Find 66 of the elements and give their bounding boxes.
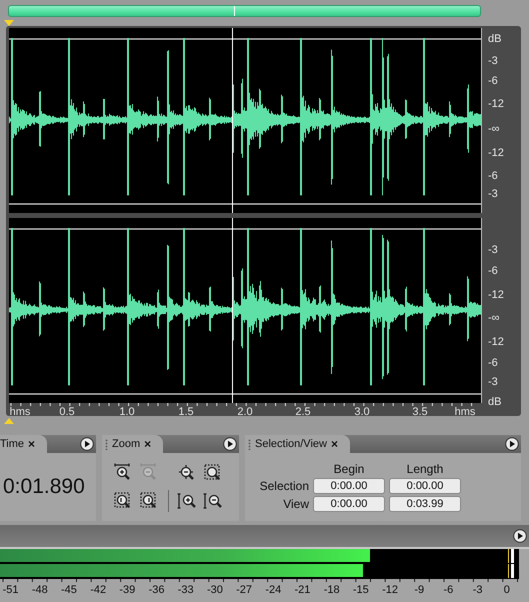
row-label: Selection [258, 479, 309, 493]
column-header: Length [406, 462, 444, 476]
panel-tab[interactable]: Time × [0, 435, 48, 453]
db-scale-label: -3 [488, 244, 498, 256]
close-button[interactable]: × [144, 437, 152, 451]
time-ruler-label: 3.0 [354, 406, 370, 418]
waveform-drawing[interactable] [9, 218, 481, 403]
db-scale-label: dB [488, 396, 502, 408]
meter-scale-label: -45 [60, 584, 78, 596]
meter-scale-label: -36 [148, 584, 166, 596]
panel-tab[interactable]: Selection/View × [245, 435, 350, 453]
meter-scale-label: -33 [176, 584, 195, 596]
db-scale-label: -6 [488, 265, 498, 277]
time-ruler-label: 0.5 [59, 406, 75, 418]
meter-scale-label: -48 [30, 584, 49, 596]
db-scale-label: -12 [488, 336, 504, 348]
meter-scale-label: -51 [2, 584, 20, 596]
time-ruler-label: hms [10, 406, 30, 418]
column-header: Begin [332, 462, 366, 476]
begin-field[interactable]: 0:00.00 [313, 496, 385, 512]
row-label: View [282, 497, 309, 511]
meter-scale-label: -21 [294, 584, 312, 596]
end-marker-icon[interactable] [4, 418, 14, 424]
db-scale-label: -6 [488, 170, 498, 182]
meter-scale-label: -15 [352, 584, 370, 596]
panel-menu-icon[interactable] [513, 529, 527, 543]
time-ruler-label: hms [454, 406, 476, 418]
panel-menu-icon[interactable] [80, 437, 94, 451]
close-button[interactable]: × [330, 437, 338, 451]
meter-scale-label: -42 [89, 584, 108, 596]
db-scale-label: -3 [488, 376, 498, 388]
db-scale-label: -6 [488, 357, 498, 369]
meter-scale-label: -12 [381, 584, 399, 596]
db-scale-label: -3 [488, 188, 498, 200]
close-button[interactable]: × [28, 437, 36, 451]
meter-scale-label: -30 [206, 584, 224, 596]
meter-scale-label: -39 [118, 584, 136, 596]
time-ruler-label: 2.0 [237, 406, 253, 418]
db-scale-label: -∞ [488, 312, 500, 324]
overview-bar[interactable] [8, 5, 481, 17]
db-scale-label: -12 [488, 147, 504, 159]
meter-scale-label: -24 [264, 584, 282, 596]
time-ruler-label: 3.5 [412, 406, 428, 418]
begin-field[interactable]: 0:00.00 [313, 478, 385, 494]
db-scale-label: -12 [488, 289, 504, 301]
meter-scale-label: -27 [235, 584, 254, 596]
db-scale-label: -∞ [488, 123, 500, 135]
time-ruler-label: 1.5 [178, 406, 194, 418]
panel-menu-icon[interactable] [223, 437, 237, 451]
panel-menu-icon[interactable] [505, 437, 519, 451]
db-scale-label: -12 [488, 98, 504, 110]
meter-scale-label: -6 [442, 584, 454, 596]
meter-scale-label: -18 [322, 584, 341, 596]
db-scale-label: -6 [488, 75, 498, 87]
meter-scale-label: 0 [502, 584, 511, 596]
meter-scale-label: -9 [413, 584, 426, 596]
panel-tab[interactable]: Zoom × [102, 435, 164, 453]
time-ruler-label: 1.0 [119, 406, 135, 418]
db-scale-label: dB [488, 33, 502, 45]
time-ruler-label: 2.5 [295, 406, 311, 418]
length-field[interactable]: 0:00.00 [389, 478, 461, 494]
length-field[interactable]: 0:03.99 [389, 496, 461, 512]
meter-scale-label: -3 [472, 584, 484, 596]
waveform-drawing[interactable] [9, 28, 481, 213]
db-scale-label: -3 [488, 55, 498, 67]
time-display: 0:01.890 [2, 475, 85, 499]
